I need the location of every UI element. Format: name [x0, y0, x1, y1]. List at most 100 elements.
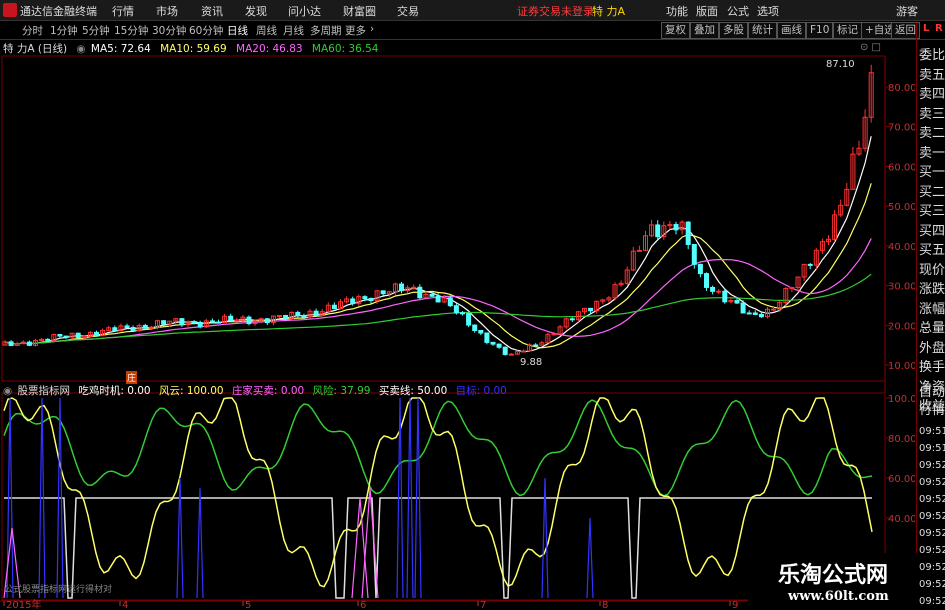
panel-item[interactable]: 买四 [919, 224, 945, 240]
candle-body [460, 312, 465, 315]
candle-body [209, 320, 215, 323]
candle-body [752, 312, 758, 315]
period-monthly[interactable]: 月线 [283, 23, 304, 38]
draw-line-button[interactable]: 画线 [777, 22, 806, 39]
panel-l-label[interactable]: L [923, 23, 929, 34]
right-info-panel: L R 委比 卖五 卖四 卖三 卖二 卖一 买一 买二 买三 买四 买五 现价 涨跌 涨幅 总量 外盘 换手 净资… [916, 21, 945, 609]
candle-body [411, 286, 417, 289]
panel-time: 09:51 [919, 443, 945, 454]
price-axis-label: 50.00 [888, 202, 915, 213]
window-controls-icon[interactable]: ⊙ □ [860, 42, 881, 53]
menu-news[interactable]: 资讯 [201, 3, 223, 19]
f10-button[interactable]: F10 [806, 22, 834, 39]
panel-item[interactable]: 卖四 [919, 87, 945, 103]
indicator-chihe: 吃鸡时机: 0.00 [78, 385, 151, 397]
panel-r-label[interactable]: R [935, 23, 943, 34]
candle-body [478, 329, 484, 334]
target-spike [541, 477, 549, 599]
candle-body [301, 315, 307, 318]
candle-body [697, 263, 703, 275]
panel-item[interactable]: 委比 [919, 48, 945, 64]
panel-item[interactable]: 换手 [919, 360, 945, 376]
period-5min[interactable]: 5分钟 [82, 23, 110, 38]
indicator-axis-label: 40.00 [888, 514, 915, 525]
chevron-right-icon[interactable]: › [370, 23, 374, 35]
panel-item[interactable]: 买五 [919, 243, 945, 259]
panel-item[interactable]: 涨跌 [919, 282, 945, 298]
gear-icon[interactable]: ◉ [76, 43, 85, 55]
menu-function[interactable]: 功能 [666, 3, 688, 19]
candle-body [142, 324, 148, 329]
panel-item[interactable]: 买一 [919, 165, 945, 181]
panel-item[interactable]: 卖二 [919, 126, 945, 142]
candle-body [807, 263, 813, 266]
period-30min[interactable]: 30分钟 [152, 23, 186, 38]
panel-item[interactable]: 涨幅 [919, 302, 945, 318]
menu-market[interactable]: 市场 [156, 3, 178, 19]
watermark-title: 乐淘公式网 [778, 563, 889, 588]
period-15min[interactable]: 15分钟 [114, 23, 148, 38]
candle-body [264, 318, 270, 324]
stats-button[interactable]: 统计 [748, 22, 777, 39]
panel-time: 09:51 [919, 426, 945, 437]
candle-body [691, 243, 697, 265]
menu-options[interactable]: 选项 [757, 3, 779, 19]
panel-item[interactable]: 总量 [919, 321, 945, 337]
kline-chart-area[interactable]: 80.00 70.00 60.00 50.00 40.00 30.00 20.00 10.00… [0, 55, 915, 609]
multi-stock-button[interactable]: 多股 [719, 22, 748, 39]
period-fenshi[interactable]: 分时 [22, 23, 43, 38]
panel-lower-item[interactable]: 自动 [919, 385, 945, 401]
period-daily[interactable]: 日线 [227, 23, 248, 38]
candle-body [197, 321, 203, 328]
indicator-gear-icon[interactable]: ◉ [3, 385, 12, 397]
guest-label[interactable]: 游客 [896, 3, 918, 19]
indicator-risk: 风险: 37.99 [312, 385, 371, 397]
candle-body [435, 295, 441, 303]
fuquan-button[interactable]: 复权 [661, 22, 690, 39]
period-60min[interactable]: 60分钟 [189, 23, 223, 38]
ma20-value: MA20: 46.83 [236, 43, 303, 55]
period-1min[interactable]: 1分钟 [50, 23, 78, 38]
indicator-info-line: ◉ 股票指标网 吃鸡时机: 0.00 风云: 100.00 庄家买卖: 0.00… [0, 383, 915, 397]
candle-body [295, 311, 301, 317]
candle-body [313, 310, 319, 317]
candle-body [130, 327, 136, 332]
panel-time: 09:52 [919, 545, 945, 556]
menu-formula[interactable]: 公式 [727, 3, 749, 19]
price-high-annotation: 87.10 [826, 59, 855, 70]
period-weekly[interactable]: 周线 [256, 23, 277, 38]
menu-quotes[interactable]: 行情 [112, 3, 134, 19]
panel-item[interactable]: 外盘 [919, 341, 945, 357]
period-multi[interactable]: 多周期 [310, 23, 342, 38]
panel-item[interactable]: 买二 [919, 185, 945, 201]
panel-item[interactable]: 卖五 [919, 68, 945, 84]
login-status[interactable]: 证券交易未登录 [517, 3, 594, 19]
menu-ask[interactable]: 问小达 [288, 3, 321, 19]
menu-layout[interactable]: 版面 [696, 3, 718, 19]
indicator-watermark: 公式股票指标网运行得材对 [4, 585, 113, 595]
price-axis-label: 30.00 [888, 282, 915, 293]
candle-body [746, 312, 752, 315]
menu-trade[interactable]: 交易 [397, 3, 419, 19]
panel-item[interactable]: 卖一 [919, 146, 945, 162]
candle-body [380, 290, 386, 295]
panel-time: 09:52 [919, 579, 945, 590]
candle-body [124, 325, 130, 329]
panel-item[interactable]: 卖三 [919, 107, 945, 123]
candle-body [45, 338, 51, 341]
panel-item[interactable]: 买三 [919, 204, 945, 220]
panel-item[interactable]: 现价 [919, 263, 945, 279]
price-axis-label: 20.00 [888, 321, 915, 332]
time-axis-label: 5 [245, 600, 251, 609]
candle-body [228, 315, 234, 321]
period-more[interactable]: 更多 [345, 23, 366, 38]
overlay-button[interactable]: 叠加 [690, 22, 719, 39]
mark-button[interactable]: 标记 [833, 22, 862, 39]
price-axis-label: 70.00 [888, 123, 915, 134]
menu-discover[interactable]: 发现 [245, 3, 267, 19]
indicator-buysell: 买卖线: 50.00 [378, 385, 448, 397]
candle-body [429, 293, 435, 297]
menu-wealth[interactable]: 财富圈 [343, 3, 376, 19]
panel-lower-item[interactable]: 行情 [919, 403, 945, 419]
candle-body [502, 346, 508, 355]
